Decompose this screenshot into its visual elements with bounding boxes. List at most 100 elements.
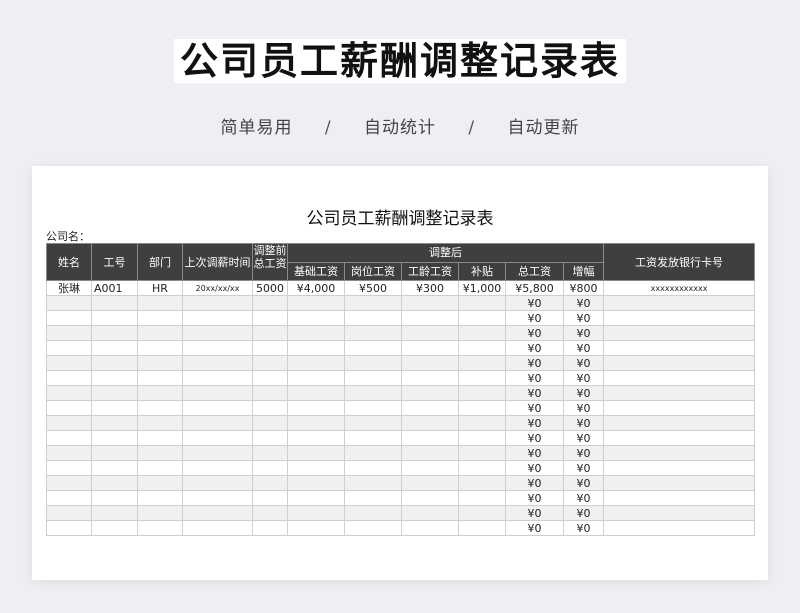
cell-post[interactable] — [344, 340, 402, 356]
cell-dept[interactable] — [137, 325, 183, 341]
cell-dept[interactable] — [137, 430, 183, 446]
cell-bank-card[interactable] — [603, 340, 756, 356]
cell-subsidy[interactable] — [458, 490, 506, 506]
cell-dept[interactable] — [137, 520, 183, 536]
cell-base[interactable] — [287, 325, 345, 341]
cell-seniority[interactable] — [401, 355, 459, 371]
cell-total[interactable]: ¥0 — [505, 520, 564, 536]
cell-name[interactable] — [46, 505, 92, 521]
cell-seniority[interactable] — [401, 400, 459, 416]
cell-subsidy[interactable] — [458, 325, 506, 341]
cell-id[interactable] — [91, 295, 138, 311]
cell-increase[interactable]: ¥0 — [562, 340, 605, 356]
cell-before-total[interactable] — [252, 325, 288, 341]
cell-before-total[interactable] — [252, 415, 288, 431]
cell-base[interactable] — [287, 505, 345, 521]
cell-base[interactable] — [287, 400, 345, 416]
cell-dept[interactable] — [137, 370, 183, 386]
cell-base[interactable] — [287, 460, 345, 476]
cell-total[interactable]: ¥0 — [505, 340, 564, 356]
cell-post[interactable] — [344, 385, 402, 401]
cell-bank-card[interactable] — [603, 505, 756, 521]
cell-increase[interactable]: ¥0 — [562, 460, 605, 476]
cell-name[interactable] — [46, 355, 92, 371]
cell-increase[interactable]: ¥0 — [562, 370, 605, 386]
cell-id[interactable] — [91, 310, 138, 326]
cell-seniority[interactable] — [401, 415, 459, 431]
cell-id[interactable] — [91, 325, 138, 341]
cell-base[interactable] — [287, 430, 345, 446]
cell-increase[interactable]: ¥800 — [562, 280, 605, 296]
cell-increase[interactable]: ¥0 — [562, 295, 605, 311]
cell-id[interactable] — [91, 430, 138, 446]
cell-seniority[interactable]: ¥300 — [401, 280, 459, 296]
cell-id[interactable] — [91, 505, 138, 521]
cell-dept[interactable] — [137, 445, 183, 461]
cell-before-total[interactable] — [252, 445, 288, 461]
cell-post[interactable] — [344, 505, 402, 521]
cell-before-total[interactable] — [252, 370, 288, 386]
cell-id[interactable] — [91, 475, 138, 491]
cell-last-adjust[interactable] — [182, 505, 253, 521]
cell-dept[interactable] — [137, 415, 183, 431]
cell-subsidy[interactable] — [458, 295, 506, 311]
cell-id[interactable]: A001 — [91, 280, 138, 296]
cell-dept[interactable] — [137, 400, 183, 416]
cell-dept[interactable] — [137, 505, 183, 521]
cell-total[interactable]: ¥0 — [505, 385, 564, 401]
cell-name[interactable] — [46, 430, 92, 446]
cell-id[interactable] — [91, 370, 138, 386]
cell-increase[interactable]: ¥0 — [562, 310, 605, 326]
cell-seniority[interactable] — [401, 340, 459, 356]
cell-id[interactable] — [91, 460, 138, 476]
cell-name[interactable] — [46, 475, 92, 491]
cell-post[interactable] — [344, 415, 402, 431]
cell-bank-card[interactable] — [603, 370, 756, 386]
cell-name[interactable] — [46, 445, 92, 461]
cell-seniority[interactable] — [401, 370, 459, 386]
cell-bank-card[interactable] — [603, 295, 756, 311]
cell-subsidy[interactable] — [458, 430, 506, 446]
cell-base[interactable] — [287, 475, 345, 491]
cell-name[interactable] — [46, 325, 92, 341]
cell-total[interactable]: ¥5,800 — [505, 280, 564, 296]
cell-before-total[interactable] — [252, 385, 288, 401]
cell-bank-card[interactable] — [603, 475, 756, 491]
cell-increase[interactable]: ¥0 — [562, 505, 605, 521]
cell-bank-card[interactable] — [603, 385, 756, 401]
cell-id[interactable] — [91, 385, 138, 401]
cell-dept[interactable] — [137, 385, 183, 401]
cell-total[interactable]: ¥0 — [505, 430, 564, 446]
cell-before-total[interactable] — [252, 490, 288, 506]
cell-post[interactable] — [344, 355, 402, 371]
cell-base[interactable] — [287, 370, 345, 386]
cell-id[interactable] — [91, 400, 138, 416]
cell-post[interactable] — [344, 325, 402, 341]
cell-dept[interactable] — [137, 460, 183, 476]
cell-subsidy[interactable] — [458, 400, 506, 416]
cell-name[interactable] — [46, 385, 92, 401]
cell-last-adjust[interactable]: 20xx/xx/xx — [182, 280, 253, 296]
cell-seniority[interactable] — [401, 490, 459, 506]
cell-increase[interactable]: ¥0 — [562, 355, 605, 371]
cell-before-total[interactable] — [252, 520, 288, 536]
cell-total[interactable]: ¥0 — [505, 355, 564, 371]
cell-name[interactable] — [46, 415, 92, 431]
cell-total[interactable]: ¥0 — [505, 295, 564, 311]
cell-dept[interactable] — [137, 340, 183, 356]
cell-bank-card[interactable] — [603, 310, 756, 326]
cell-last-adjust[interactable] — [182, 370, 253, 386]
cell-increase[interactable]: ¥0 — [562, 520, 605, 536]
cell-before-total[interactable] — [252, 310, 288, 326]
cell-seniority[interactable] — [401, 505, 459, 521]
cell-subsidy[interactable] — [458, 310, 506, 326]
cell-total[interactable]: ¥0 — [505, 370, 564, 386]
cell-bank-card[interactable] — [603, 325, 756, 341]
cell-last-adjust[interactable] — [182, 445, 253, 461]
cell-total[interactable]: ¥0 — [505, 400, 564, 416]
cell-subsidy[interactable] — [458, 415, 506, 431]
cell-dept[interactable] — [137, 295, 183, 311]
cell-seniority[interactable] — [401, 430, 459, 446]
cell-last-adjust[interactable] — [182, 340, 253, 356]
cell-last-adjust[interactable] — [182, 490, 253, 506]
